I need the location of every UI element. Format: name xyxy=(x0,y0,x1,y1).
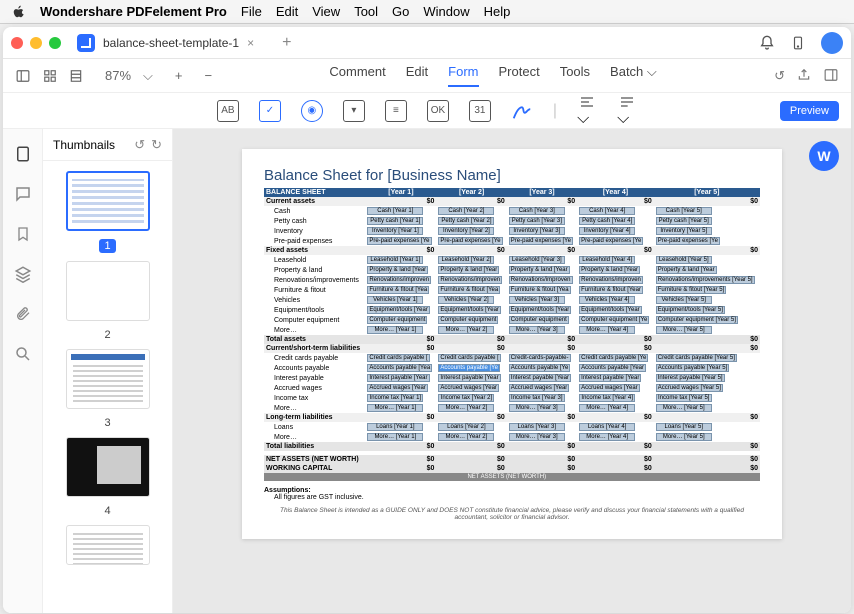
menu-help[interactable]: Help xyxy=(484,4,511,19)
balance-sheet-table: BALANCE SHEET [Year 1] [Year 2] [Year 3]… xyxy=(264,188,760,481)
grid-view-icon[interactable] xyxy=(43,69,57,83)
page-1: Balance Sheet for [Business Name] BALANC… xyxy=(242,149,782,539)
app-logo-icon xyxy=(77,34,95,52)
menu-edit[interactable]: Edit xyxy=(276,4,298,19)
document-canvas[interactable]: W Balance Sheet for [Business Name] BALA… xyxy=(173,129,851,613)
new-tab-button[interactable]: + xyxy=(282,34,291,52)
apple-icon[interactable] xyxy=(12,5,26,19)
dropdown-tool[interactable]: ▾ xyxy=(343,100,365,122)
app-window: balance-sheet-template-1 × + 87% ⌵ + − C… xyxy=(3,27,851,613)
thumbnail-page-3[interactable] xyxy=(66,349,150,409)
phone-icon[interactable] xyxy=(791,34,805,52)
tab-edit[interactable]: Edit xyxy=(406,64,428,87)
tab-batch[interactable]: Batch ⌵ xyxy=(610,64,657,87)
bell-icon[interactable] xyxy=(759,35,775,51)
more-tool[interactable]: ⌵ xyxy=(617,94,637,128)
thumbnail-page-1[interactable] xyxy=(66,171,150,231)
tab-comment[interactable]: Comment xyxy=(329,64,385,87)
rotate-left-icon[interactable]: ↺ xyxy=(134,137,145,153)
close-tab-button[interactable]: × xyxy=(247,36,254,50)
document-title: Balance Sheet for [Business Name] xyxy=(264,167,760,184)
row-petty-cash: Petty cashPetty cash [Year 1]Petty cash … xyxy=(264,216,760,226)
menu-file[interactable]: File xyxy=(241,4,262,19)
document-tab-title[interactable]: balance-sheet-template-1 xyxy=(103,36,239,50)
text-field-tool[interactable]: AB xyxy=(217,100,239,122)
thumbnail-page-3-number: 3 xyxy=(104,417,110,429)
share-icon[interactable] xyxy=(797,68,811,84)
word-export-button[interactable]: W xyxy=(809,141,839,171)
thumbnail-page-1-number: 1 xyxy=(99,239,115,253)
undo-icon[interactable]: ↺ xyxy=(774,68,785,84)
search-nav-icon[interactable] xyxy=(14,345,32,363)
comments-nav-icon[interactable] xyxy=(14,185,32,203)
table-header-row: BALANCE SHEET [Year 1] [Year 2] [Year 3]… xyxy=(264,188,760,197)
layers-nav-icon[interactable] xyxy=(14,265,32,283)
field-accounts-payable-y2-selected[interactable]: Accounts payable [Ye xyxy=(438,364,500,372)
menu-window[interactable]: Window xyxy=(423,4,469,19)
attachment-nav-icon[interactable] xyxy=(15,305,31,323)
row-inventory: InventoryInventory [Year 1]Inventory [Ye… xyxy=(264,226,760,236)
field-cash-y4[interactable]: Cash [Year 4] xyxy=(579,207,635,215)
zoom-level[interactable]: 87% xyxy=(105,68,131,83)
radio-tool[interactable]: ◉ xyxy=(301,100,323,122)
menu-go[interactable]: Go xyxy=(392,4,409,19)
assumptions-header: Assumptions: xyxy=(264,487,311,494)
date-tool[interactable]: 31 xyxy=(469,100,491,122)
align-tool[interactable]: ⌵ xyxy=(577,94,597,128)
tab-tools[interactable]: Tools xyxy=(560,64,590,87)
row-prepaid: Pre-paid expensesPre-paid expenses [YePr… xyxy=(264,236,760,246)
thumbnail-page-5[interactable] xyxy=(66,525,150,565)
field-cash-y3[interactable]: Cash [Year 3] xyxy=(509,207,565,215)
zoom-dropdown-icon[interactable]: ⌵ xyxy=(143,68,153,84)
thumbnail-page-4[interactable] xyxy=(66,437,150,497)
page-view-icon[interactable] xyxy=(69,69,83,83)
menu-view[interactable]: View xyxy=(312,4,340,19)
maximize-window-button[interactable] xyxy=(49,37,61,49)
checkbox-tool[interactable]: ✓ xyxy=(259,100,281,122)
signature-tool[interactable] xyxy=(511,100,533,122)
zoom-in-button[interactable]: + xyxy=(175,68,183,83)
thumbnails-header: Thumbnails xyxy=(53,138,115,152)
mac-menubar: Wondershare PDFelement Pro File Edit Vie… xyxy=(0,0,854,24)
menu-tool[interactable]: Tool xyxy=(354,4,378,19)
assumptions-text: All figures are GST inclusive. xyxy=(264,494,364,501)
panel-toggle-icon[interactable] xyxy=(823,68,839,84)
zoom-out-button[interactable]: − xyxy=(204,68,212,83)
thumbnail-page-2-number: 2 xyxy=(104,329,110,341)
sidebar-toggle-icon[interactable] xyxy=(15,69,31,83)
form-toolbar: AB ✓ ◉ ▾ ≡ OK 31 | ⌵ ⌵ Preview xyxy=(3,93,851,129)
tab-protect[interactable]: Protect xyxy=(499,64,540,87)
app-name: Wondershare PDFelement Pro xyxy=(40,4,227,19)
user-avatar[interactable] xyxy=(821,32,843,54)
view-toolbar: 87% ⌵ + − Comment Edit Form Protect Tool… xyxy=(3,59,851,93)
disclaimer-text: This Balance Sheet is intended as a GUID… xyxy=(264,507,760,521)
list-tool[interactable]: ≡ xyxy=(385,100,407,122)
thumbnail-page-2[interactable] xyxy=(66,261,150,321)
row-cash: CashCash [Year 1]Cash [Year 2]Cash [Year… xyxy=(264,206,760,216)
traffic-lights xyxy=(11,37,61,49)
field-cash-y2[interactable]: Cash [Year 2] xyxy=(438,207,494,215)
preview-button[interactable]: Preview xyxy=(780,101,839,121)
title-bar: balance-sheet-template-1 × + xyxy=(3,27,851,59)
bookmark-nav-icon[interactable] xyxy=(15,225,31,243)
close-window-button[interactable] xyxy=(11,37,23,49)
button-tool[interactable]: OK xyxy=(427,100,449,122)
field-cash-y1[interactable]: Cash [Year 1] xyxy=(367,207,423,215)
field-cash-y5[interactable]: Cash [Year 5] xyxy=(656,207,712,215)
minimize-window-button[interactable] xyxy=(30,37,42,49)
thumbnails-nav-icon[interactable] xyxy=(14,145,32,163)
rotate-right-icon[interactable]: ↻ xyxy=(151,137,162,153)
sidebar-rail xyxy=(3,129,43,613)
thumbnails-panel: Thumbnails ↺ ↻ 1 2 3 4 xyxy=(43,129,173,613)
thumbnail-page-4-number: 4 xyxy=(104,505,110,517)
tab-form[interactable]: Form xyxy=(448,64,478,87)
